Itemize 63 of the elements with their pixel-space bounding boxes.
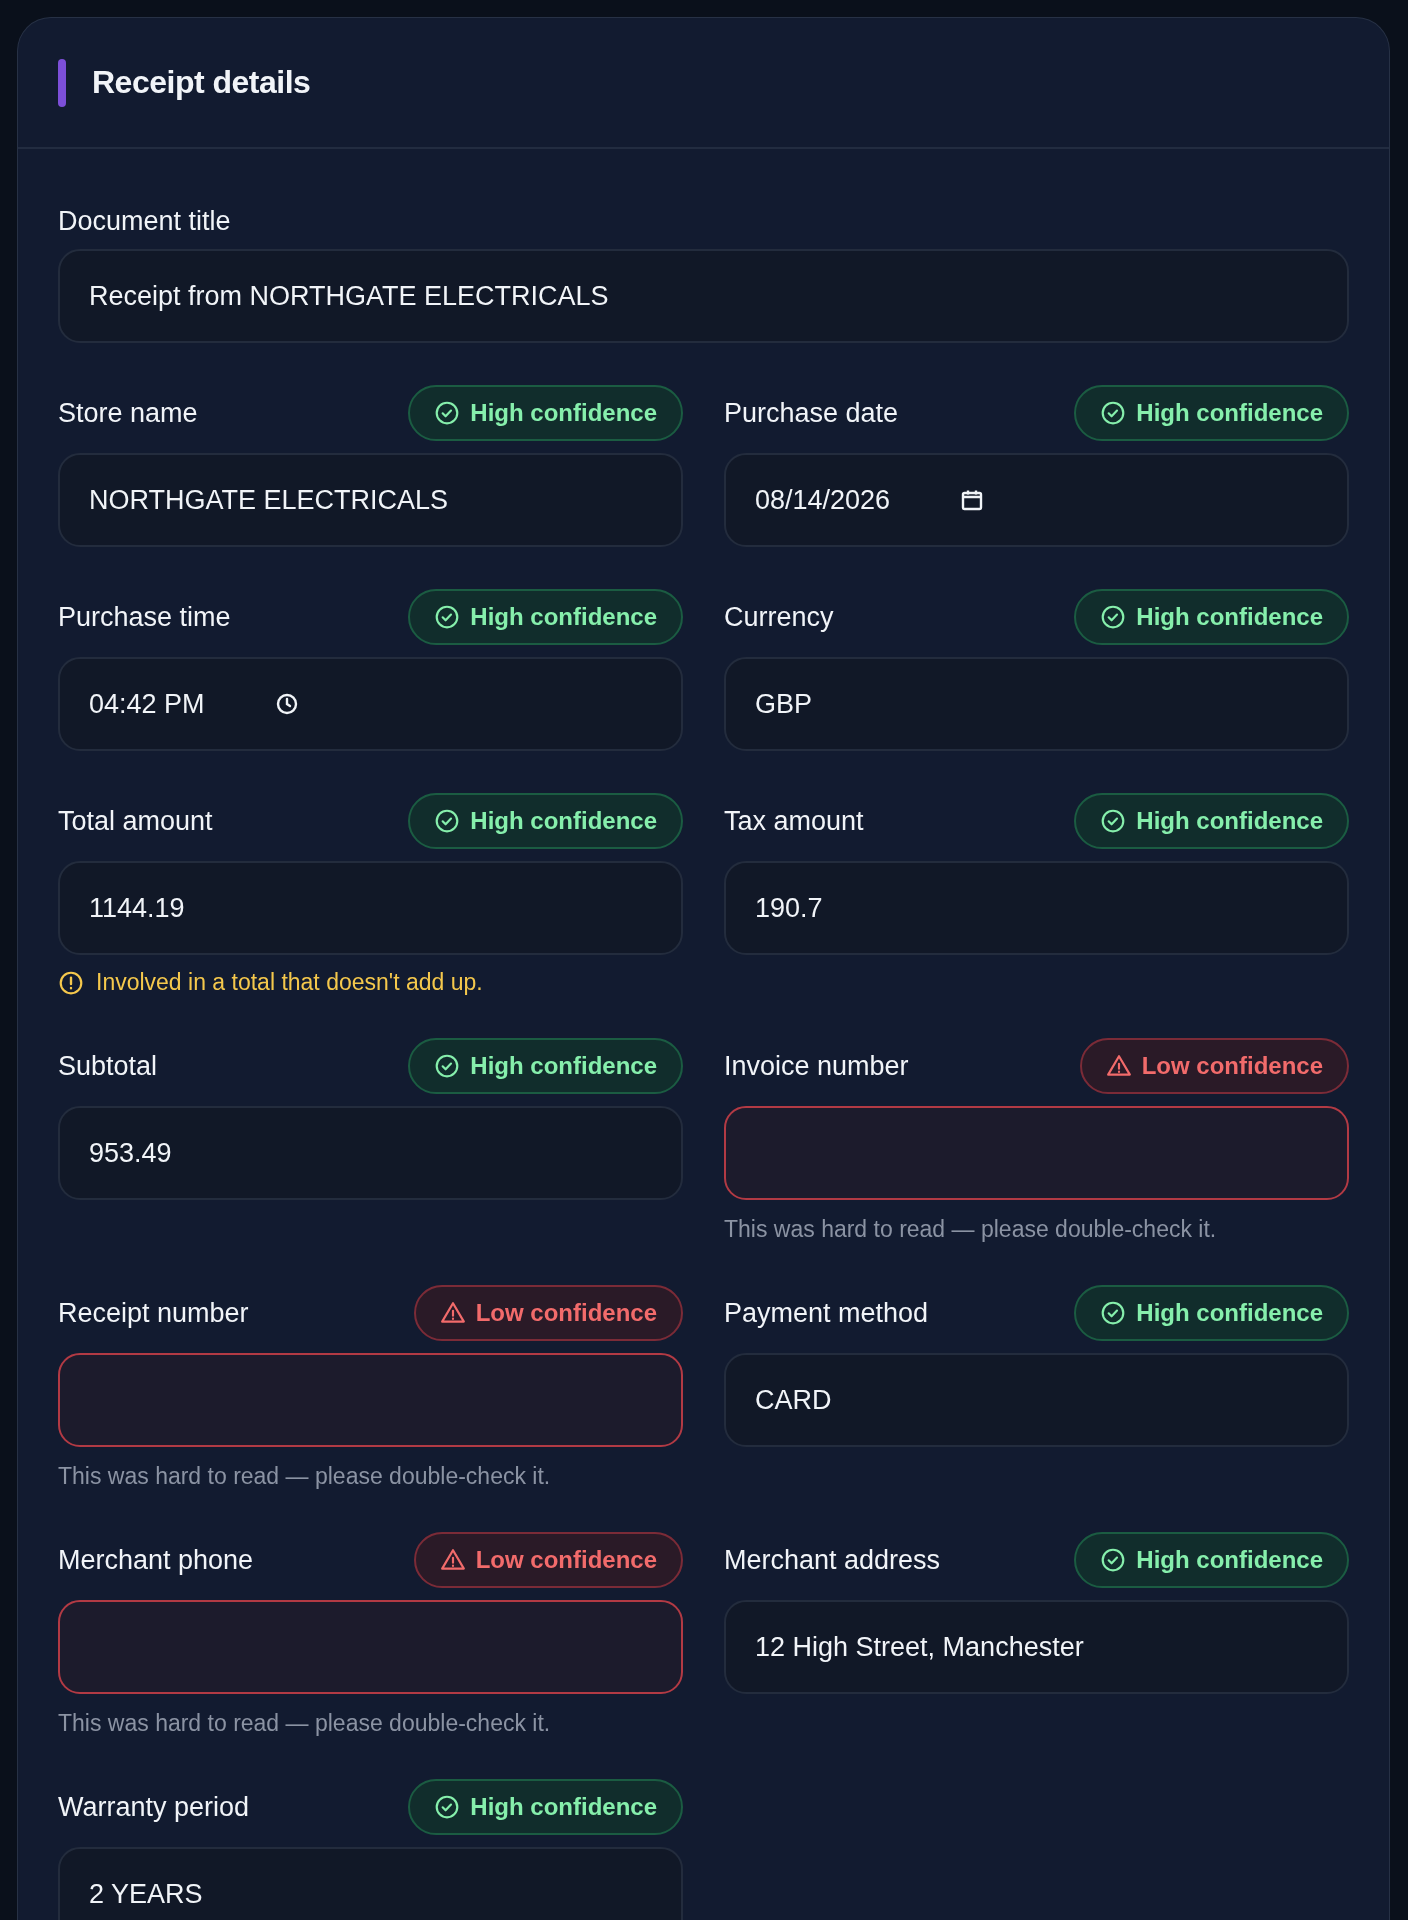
input-field[interactable]: GBP bbox=[724, 657, 1349, 751]
accent-bar bbox=[58, 58, 66, 107]
calendar-icon[interactable] bbox=[960, 488, 985, 512]
confidence-badge: Low confidence bbox=[413, 1532, 683, 1588]
input-field[interactable]: 12 High Street, Manchester bbox=[724, 1600, 1349, 1694]
confidence-badge: High confidence bbox=[1074, 1285, 1349, 1341]
field-label: Document title bbox=[58, 205, 231, 237]
confidence-badge: High confidence bbox=[408, 589, 683, 645]
field-label: Merchant phone bbox=[58, 1544, 254, 1576]
input-field[interactable]: 1144.19 bbox=[58, 861, 683, 955]
field-label: Purchase date bbox=[724, 397, 899, 429]
input-field[interactable]: 2 YEARS bbox=[58, 1847, 683, 1920]
warning-triangle-icon bbox=[439, 1300, 466, 1326]
input-field[interactable] bbox=[58, 1353, 683, 1447]
field-label: Store name bbox=[58, 397, 198, 429]
warning-triangle-icon bbox=[1105, 1053, 1132, 1079]
warning-message: Involved in a total that doesn't add up. bbox=[96, 969, 483, 996]
input-field[interactable]: NORTHGATE ELECTRICALS bbox=[58, 453, 683, 547]
clock-icon[interactable] bbox=[274, 692, 299, 716]
input-field[interactable]: Receipt from NORTHGATE ELECTRICALS bbox=[58, 249, 1349, 343]
confidence-badge: Low confidence bbox=[413, 1285, 683, 1341]
confidence-badge: High confidence bbox=[1074, 1532, 1349, 1588]
confidence-badge: Low confidence bbox=[1079, 1038, 1349, 1094]
check-circle-icon bbox=[1100, 400, 1127, 426]
hint-text: This was hard to read — please double-check it. bbox=[58, 1463, 552, 1490]
field-label: Merchant address bbox=[724, 1544, 941, 1576]
check-circle-icon bbox=[434, 1053, 461, 1079]
field-label: Invoice number bbox=[724, 1050, 909, 1082]
input-field[interactable] bbox=[58, 1600, 683, 1694]
input-field[interactable]: 04:42 PM bbox=[58, 657, 683, 751]
alert-circle-icon bbox=[58, 969, 84, 996]
field-label: Warranty period bbox=[58, 1791, 250, 1823]
field-label: Total amount bbox=[58, 805, 213, 837]
field-label: Payment method bbox=[724, 1297, 929, 1329]
hint-text: This was hard to read — please double-check it. bbox=[724, 1216, 1218, 1243]
check-circle-icon bbox=[434, 604, 461, 630]
check-circle-icon bbox=[434, 1794, 461, 1820]
confidence-badge: High confidence bbox=[408, 793, 683, 849]
check-circle-icon bbox=[1100, 1547, 1127, 1573]
confidence-badge: High confidence bbox=[408, 1779, 683, 1835]
input-field[interactable]: 190.7 bbox=[724, 861, 1349, 955]
hint-text: This was hard to read — please double-check it. bbox=[58, 1710, 552, 1737]
confidence-badge: High confidence bbox=[408, 1038, 683, 1094]
check-circle-icon bbox=[434, 808, 461, 834]
check-circle-icon bbox=[434, 400, 461, 426]
check-circle-icon bbox=[1100, 1300, 1127, 1326]
input-field[interactable]: CARD bbox=[724, 1353, 1349, 1447]
field-label: Currency bbox=[724, 601, 834, 633]
field-label: Tax amount bbox=[724, 805, 864, 837]
confidence-badge: High confidence bbox=[408, 385, 683, 441]
warning-triangle-icon bbox=[439, 1547, 466, 1573]
input-field[interactable]: 953.49 bbox=[58, 1106, 683, 1200]
check-circle-icon bbox=[1100, 808, 1127, 834]
confidence-badge: High confidence bbox=[1074, 385, 1349, 441]
card-title: Receipt details bbox=[92, 64, 311, 101]
field-label: Purchase time bbox=[58, 601, 231, 633]
check-circle-icon bbox=[1100, 604, 1127, 630]
input-field[interactable]: 08/14/2026 bbox=[724, 453, 1349, 547]
confidence-badge: High confidence bbox=[1074, 793, 1349, 849]
field-label: Receipt number bbox=[58, 1297, 249, 1329]
input-field[interactable] bbox=[724, 1106, 1349, 1200]
field-label: Subtotal bbox=[58, 1050, 158, 1082]
confidence-badge: High confidence bbox=[1074, 589, 1349, 645]
